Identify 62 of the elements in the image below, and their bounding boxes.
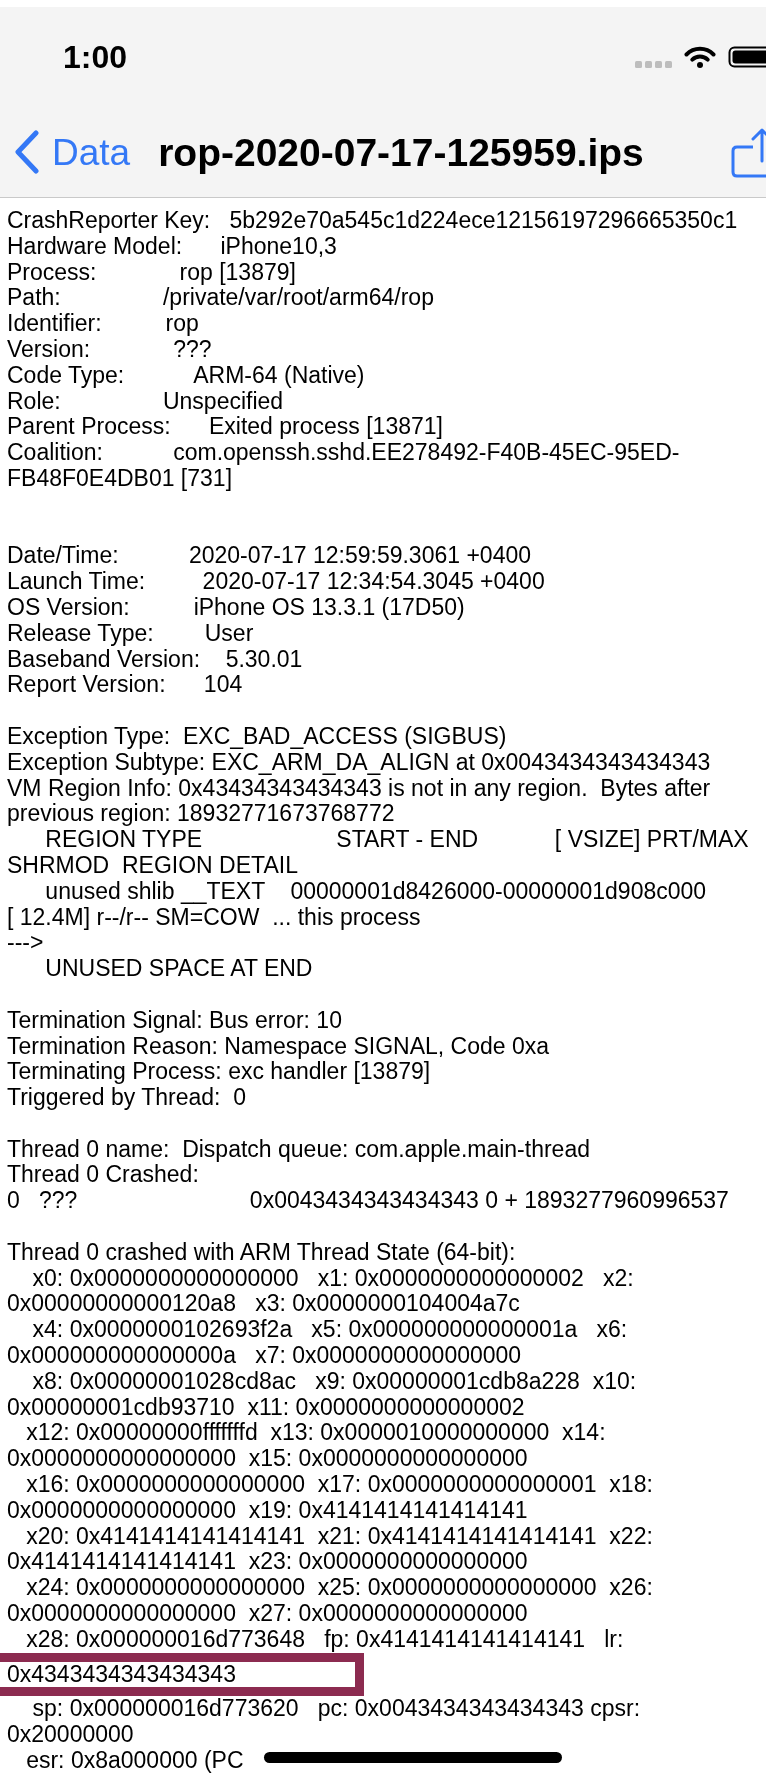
- log-line: Termination Reason: Namespace SIGNAL, Code 0xa: [7, 1032, 550, 1059]
- signal-icon: [635, 60, 672, 68]
- log-line: sp: 0x000000016d773620 pc: 0x0043434343434343 cpsr:: [32, 1695, 641, 1722]
- log-line: REGION TYPE START - END [ VSIZE] PRT/MAX: [45, 826, 749, 853]
- log-line: FB48F0E4DB01 [731]: [7, 464, 233, 491]
- log-line: Date/Time: 2020-07-17 12:59:59.3061 +0400: [7, 542, 532, 569]
- log-line: Launch Time: 2020-07-17 12:34:54.3045 +0400: [7, 568, 545, 595]
- log-line: esr: 0x8a000000 (PC: [26, 1747, 244, 1773]
- log-line: Identifier: rop: [7, 310, 199, 337]
- log-line: 0x0000000000000000 x27: 0x0000000000000000: [7, 1600, 528, 1627]
- chevron-left-icon: [14, 130, 40, 174]
- log-line: Thread 0 crashed with ARM Thread State (64-bit):: [7, 1238, 516, 1265]
- log-line: Termination Signal: Bus error: 10: [7, 1006, 342, 1033]
- log-line: Exception Subtype: EXC_ARM_DA_ALIGN at 0x0043434343434343: [7, 748, 711, 775]
- log-line: Process: rop [13879]: [7, 258, 296, 285]
- log-line: unused shlib __TEXT 00000001d8426000-00000001d908c000: [45, 877, 707, 904]
- log-line: x20: 0x4141414141414141 x21: 0x4141414141414141 x22:: [26, 1522, 653, 1549]
- log-line: Version: ???: [7, 336, 212, 362]
- log-line: Exception Type: EXC_BAD_ACCESS (SIGBUS): [7, 722, 507, 749]
- log-line: Baseband Version: 5.30.01: [7, 645, 303, 672]
- log-line: Thread 0 name: Dispatch queue: com.apple.main-thread: [7, 1135, 590, 1162]
- log-line: Parent Process: Exited process [13871]: [7, 413, 443, 440]
- log-line: OS Version: iPhone OS 13.3.1 (17D50): [7, 593, 465, 620]
- log-line: Thread 0 Crashed:: [7, 1161, 199, 1188]
- log-line: 0x4343434343434343: [7, 1660, 236, 1687]
- log-line: [ 12.4M] r--/r-- SM=COW ... this process: [7, 903, 421, 930]
- log-line: x12: 0x00000000fffffffd x13: 0x0000010000000000 x14:: [26, 1419, 606, 1446]
- share-icon[interactable]: [731, 126, 766, 178]
- log-line: Hardware Model: iPhone10,3: [7, 232, 337, 259]
- log-line: x4: 0x0000000102693f2a x5: 0x000000000000001a x6:: [32, 1316, 628, 1343]
- log-line: CrashReporter Key: 5b292e70a545c1d224ece12156197296665350c1: [7, 207, 738, 233]
- log-line: 0x0000000000000000 x15: 0x0000000000000000: [7, 1445, 528, 1472]
- wifi-icon: [684, 46, 716, 68]
- log-line: Terminating Process: exc handler [13879]: [7, 1058, 431, 1085]
- log-line: 0x20000000: [7, 1721, 134, 1748]
- log-line: previous region: 18932771673768772: [7, 800, 395, 827]
- log-line: Release Type: User: [7, 619, 254, 646]
- status-time: 1:00: [63, 41, 128, 73]
- log-line: x28: 0x000000016d773648 fp: 0x4141414141414141 lr:: [26, 1625, 624, 1652]
- log-line: x0: 0x0000000000000000 x1: 0x0000000000000002 x2:: [32, 1264, 634, 1291]
- log-line: 0x00000000000120a8 x3: 0x0000000104004a7c: [7, 1290, 520, 1317]
- log-line: VM Region Info: 0x43434343434343 is not in any region. Bytes after: [7, 774, 711, 801]
- battery-icon: [728, 46, 766, 68]
- log-line: Coalition: com.openssh.sshd.EE278492-F40B-45EC-95ED-: [7, 439, 680, 466]
- log-line: 0x000000000000000a x7: 0x0000000000000000: [7, 1342, 522, 1369]
- log-line: SHRMOD REGION DETAIL: [7, 851, 298, 878]
- log-line: 0x00000001cdb93710 x11: 0x0000000000000002: [7, 1393, 525, 1420]
- back-button[interactable]: Data: [14, 130, 131, 174]
- log-line: Role: Unspecified: [7, 387, 284, 414]
- log-line: Path: /private/var/root/arm64/rop: [7, 284, 434, 311]
- log-line: Report Version: 104: [7, 671, 243, 698]
- log-line: x8: 0x00000001028cd8ac x9: 0x00000001cdb8a228 x10:: [32, 1367, 637, 1394]
- log-line: 0x0000000000000000 x19: 0x4141414141414141: [7, 1496, 528, 1523]
- log-line: x24: 0x0000000000000000 x25: 0x0000000000000000 x26:: [26, 1574, 653, 1601]
- log-line: x16: 0x0000000000000000 x17: 0x0000000000000001 x18:: [26, 1471, 653, 1498]
- log-line: UNUSED SPACE AT END: [45, 955, 313, 982]
- log-line: Code Type: ARM-64 (Native): [7, 361, 365, 388]
- nav-title: rop-2020-07-17-125959.ips: [158, 132, 644, 172]
- log-line: --->: [7, 929, 44, 956]
- log-line: 0 ??? 0x0043434343434343 0 + 1893277960996537: [7, 1187, 729, 1214]
- log-line: Triggered by Thread: 0: [7, 1084, 247, 1111]
- log-line: 0x4141414141414141 x23: 0x0000000000000000: [7, 1548, 528, 1575]
